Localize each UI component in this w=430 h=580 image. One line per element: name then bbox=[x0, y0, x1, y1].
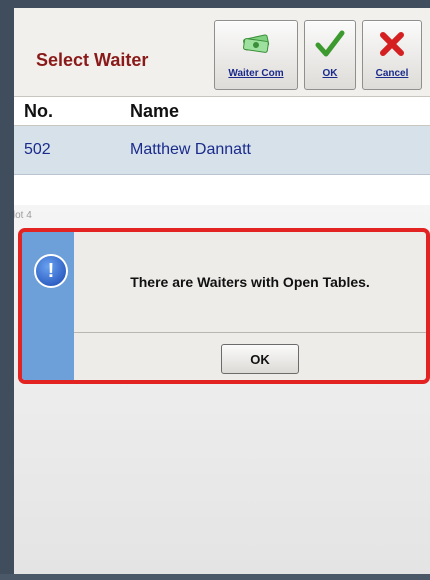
waiter-com-label: Waiter Com bbox=[228, 68, 284, 79]
window-title: Select Waiter bbox=[36, 50, 149, 70]
dialog-message: There are Waiters with Open Tables. bbox=[130, 274, 370, 290]
screen: Select Waiter Waiter Com OK Cancel No. N… bbox=[0, 0, 430, 580]
window-border-bottom bbox=[0, 574, 430, 580]
ok-button[interactable]: OK bbox=[304, 20, 356, 90]
dialog-icon-panel: ! bbox=[22, 232, 74, 380]
waiter-number: 502 bbox=[24, 141, 51, 158]
window-border-top bbox=[0, 0, 430, 8]
checkmark-icon bbox=[305, 29, 355, 59]
table-row[interactable]: 502 Matthew Dannatt bbox=[14, 126, 430, 175]
grid-header: No. Name bbox=[14, 97, 430, 126]
dialog-divider bbox=[74, 332, 426, 333]
window-border-left bbox=[0, 0, 14, 580]
waiter-com-button[interactable]: Waiter Com bbox=[214, 20, 298, 90]
ok-label: OK bbox=[322, 68, 338, 79]
column-header-name[interactable]: Name bbox=[130, 101, 179, 122]
column-header-no[interactable]: No. bbox=[24, 101, 53, 122]
waiter-name: Matthew Dannatt bbox=[130, 141, 251, 158]
info-icon: ! bbox=[34, 254, 68, 288]
window-header: Select Waiter Waiter Com OK Cancel bbox=[14, 8, 430, 97]
close-icon bbox=[363, 29, 421, 59]
dialog-ok-button[interactable]: OK bbox=[221, 344, 299, 374]
message-dialog: ! There are Waiters with Open Tables. OK bbox=[18, 228, 430, 384]
money-icon bbox=[215, 29, 297, 59]
cancel-button[interactable]: Cancel bbox=[362, 20, 422, 90]
cancel-label: Cancel bbox=[375, 68, 409, 79]
